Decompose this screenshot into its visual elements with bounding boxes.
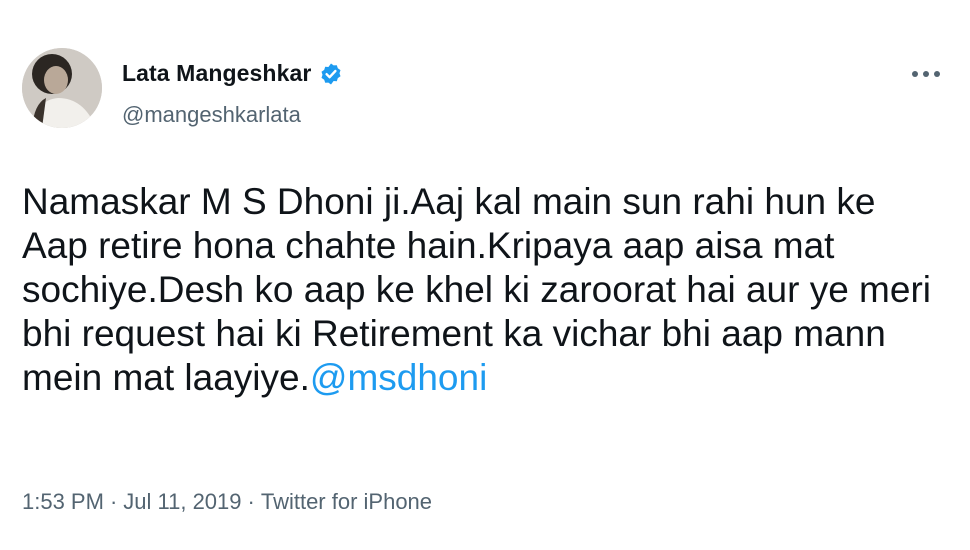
author-name-row: Lata Mangeshkar (122, 60, 343, 87)
avatar-photo (22, 48, 102, 128)
mention-link[interactable]: @msdhoni (310, 357, 487, 398)
tweet-time[interactable]: 1:53 PM (22, 489, 104, 515)
tweet-source[interactable]: Twitter for iPhone (261, 489, 432, 515)
tweet-date[interactable]: Jul 11, 2019 (123, 489, 241, 515)
meta-separator: · (109, 489, 118, 514)
tweet-card: Lata Mangeshkar @mangeshkarlata Namaskar… (0, 0, 970, 550)
author-handle[interactable]: @mangeshkarlata (122, 102, 301, 128)
tweet-text-line-2: Aap retire hona chahte hain.Kripaya aap … (22, 225, 835, 266)
verified-badge-icon (321, 63, 341, 84)
tweet-meta: 1:53 PM · Jul 11, 2019 · Twitter for iPh… (22, 489, 432, 515)
tweet-text-line-4: bhi request hai ki Retirement ka vichar … (22, 313, 886, 354)
tweet-text-line-5: mein mat laayiye. (22, 357, 310, 398)
meta-separator: · (247, 489, 255, 514)
tweet-text: Namaskar M S Dhoni ji.Aaj kal main sun r… (22, 180, 952, 400)
avatar[interactable] (22, 48, 102, 128)
author-display-name[interactable]: Lata Mangeshkar (122, 60, 311, 87)
more-horizontal-icon (912, 71, 940, 77)
tweet-text-line-1: Namaskar M S Dhoni ji.Aaj kal main sun r… (22, 181, 876, 222)
more-options-button[interactable] (906, 60, 946, 88)
tweet-text-line-3: sochiye.Desh ko aap ke khel ki zaroorat … (22, 269, 931, 310)
